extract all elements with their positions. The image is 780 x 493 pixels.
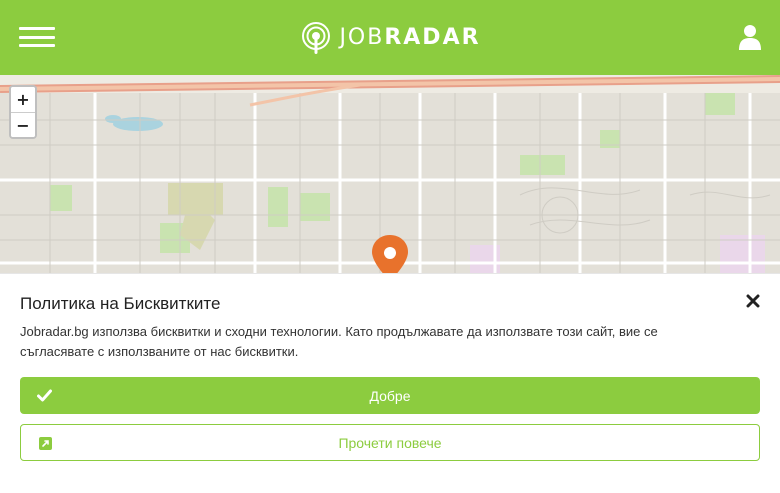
- close-icon[interactable]: [746, 294, 760, 308]
- zoom-in-button[interactable]: +: [11, 87, 35, 112]
- zoom-out-button[interactable]: −: [11, 112, 35, 137]
- read-more-button[interactable]: Прочети повече: [20, 424, 760, 461]
- accept-cookies-button[interactable]: Добре: [20, 377, 760, 414]
- jobradar-logo[interactable]: JOBRADAR: [299, 21, 480, 55]
- radar-pin-icon: [302, 21, 331, 54]
- check-icon: [37, 389, 52, 402]
- cookie-banner-text: Jobradar.bg използва бисквитки и сходни …: [20, 324, 658, 359]
- user-icon[interactable]: [739, 24, 761, 50]
- logo-text: JOBRADAR: [339, 25, 481, 50]
- top-navigation-bar: JOBRADAR: [0, 0, 780, 75]
- cookie-banner-title: Политика на Бисквитките: [20, 294, 221, 313]
- read-more-label: Прочети повече: [338, 434, 442, 451]
- accept-cookies-label: Добре: [369, 387, 411, 404]
- external-link-icon: [39, 437, 52, 450]
- hamburger-icon[interactable]: [19, 27, 55, 47]
- map-marker-icon[interactable]: [371, 235, 409, 273]
- cookie-banner: Политика на Бисквитките Jobradar.bg изпо…: [0, 273, 780, 493]
- zoom-control: + −: [9, 85, 37, 139]
- map-view[interactable]: + −: [0, 75, 780, 273]
